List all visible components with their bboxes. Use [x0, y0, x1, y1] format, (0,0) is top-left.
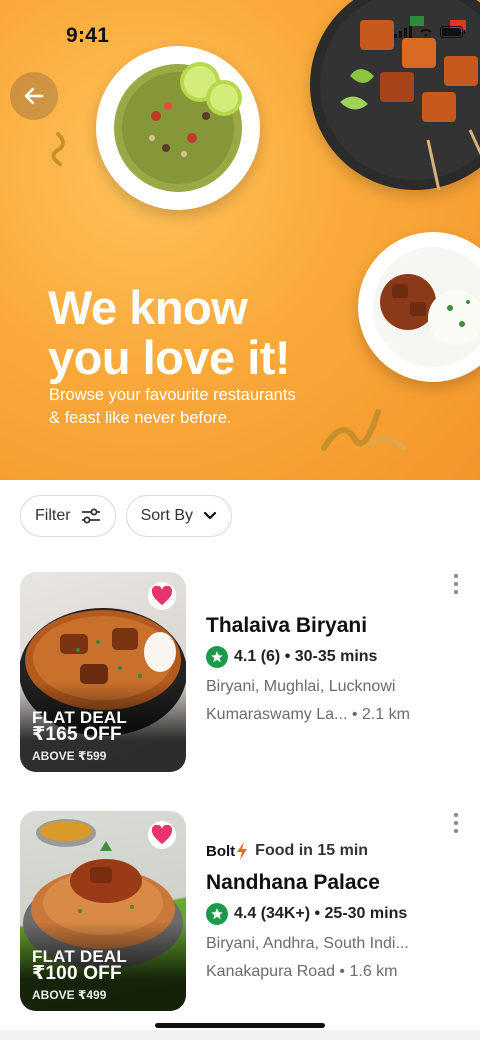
- bolt-badge-text: Food in 15 min: [255, 842, 369, 859]
- hero-subtitle: Browse your favourite restaurants & feas…: [49, 384, 349, 430]
- deal-condition: ABOVE ₹599: [32, 749, 107, 763]
- filter-sliders-icon: [81, 508, 100, 524]
- filter-button[interactable]: Filter: [20, 495, 116, 537]
- bottom-strip: [0, 1030, 480, 1040]
- more-vertical-icon: [454, 574, 458, 578]
- more-options-button[interactable]: [452, 574, 460, 594]
- hero-banner: 9:41 We know you love it! Browse your fa…: [0, 0, 480, 480]
- hero-title: We know you love it!: [48, 283, 348, 383]
- favorite-button[interactable]: [148, 582, 176, 610]
- cuisines-text: Biryani, Andhra, South Indi...: [206, 935, 409, 952]
- status-bar-time: 9:41: [66, 24, 110, 47]
- hero-title-line2: you love it!: [48, 331, 291, 384]
- deal-amount: ₹165 OFF: [32, 724, 122, 745]
- filter-bar: Filter Sort By: [20, 495, 233, 537]
- chevron-down-icon: [203, 511, 217, 520]
- location-text: Kumaraswamy La... • 2.1 km: [206, 706, 410, 723]
- sort-by-label: Sort By: [140, 507, 194, 524]
- restaurant-info: Thalaiva Biryani 4.1 (6) • 30-35 mins Bi…: [206, 614, 410, 724]
- restaurant-card[interactable]: FLAT DEAL ₹165 OFF ABOVE ₹599 Thalaiva B…: [20, 572, 460, 772]
- status-bar-icons: [394, 26, 466, 38]
- bolt-logo: Bolt: [206, 841, 249, 861]
- location-text: Kanakapura Road • 1.6 km: [206, 963, 398, 980]
- rating-row: 4.1 (6) • 30-35 mins: [206, 646, 410, 668]
- restaurant-card[interactable]: FLAT DEAL ₹100 OFF ABOVE ₹499 Bolt Food …: [20, 811, 460, 1011]
- heart-icon: [151, 586, 173, 606]
- favorite-button[interactable]: [148, 821, 176, 849]
- hero-subtitle-line1: Browse your favourite restaurants: [49, 386, 296, 404]
- filter-button-label: Filter: [35, 507, 71, 524]
- back-arrow-icon: [24, 87, 44, 105]
- home-indicator[interactable]: [155, 1023, 325, 1028]
- back-button[interactable]: [10, 72, 58, 120]
- hero-title-line1: We know: [48, 281, 248, 334]
- wifi-icon: [420, 28, 432, 37]
- rating-text: 4.1 (6) • 30-35 mins: [234, 648, 378, 665]
- deal-amount: ₹100 OFF: [32, 963, 122, 984]
- rating-text: 4.4 (34K+) • 25-30 mins: [234, 905, 408, 922]
- sort-by-button[interactable]: Sort By: [125, 495, 233, 537]
- pulao-plate-image: [96, 46, 260, 210]
- bolt-brand-text: Bolt: [206, 842, 236, 860]
- more-vertical-icon: [454, 813, 458, 817]
- heart-icon: [151, 825, 173, 845]
- restaurant-info: Bolt Food in 15 min Nandhana Palace 4.4 …: [206, 841, 409, 981]
- restaurant-image: FLAT DEAL ₹100 OFF ABOVE ₹499: [20, 811, 186, 1011]
- rating-row: 4.4 (34K+) • 25-30 mins: [206, 903, 409, 925]
- restaurant-name: Nandhana Palace: [206, 871, 380, 894]
- battery-icon: [440, 26, 466, 38]
- star-icon: [206, 646, 228, 668]
- curry-rice-plate-image: [358, 232, 480, 382]
- deal-condition: ABOVE ₹499: [32, 988, 107, 1002]
- restaurant-name: Thalaiva Biryani: [206, 614, 368, 637]
- bolt-badge: Bolt Food in 15 min: [206, 841, 409, 861]
- star-icon: [206, 903, 228, 925]
- ribbon-decoration-icon: [51, 132, 65, 166]
- bolt-icon: [237, 842, 248, 860]
- signal-icon: [394, 26, 412, 38]
- hero-subtitle-line2: & feast like never before.: [49, 409, 232, 427]
- restaurant-image: FLAT DEAL ₹165 OFF ABOVE ₹599: [20, 572, 186, 772]
- more-options-button[interactable]: [452, 813, 460, 833]
- cuisines-text: Biryani, Mughlai, Lucknowi: [206, 678, 396, 695]
